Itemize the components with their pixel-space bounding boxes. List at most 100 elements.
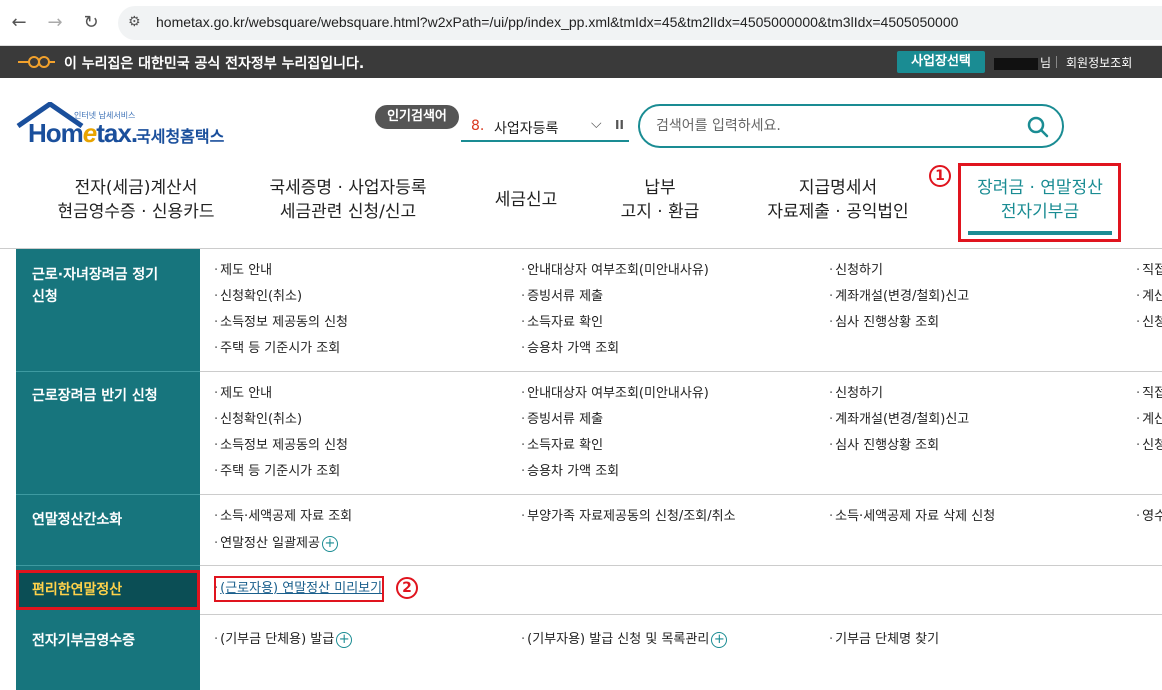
logo-part-b: e: [82, 118, 98, 148]
menu-item[interactable]: · 심사 진행상황 조회: [829, 437, 939, 455]
menu-item[interactable]: · 소득자료 확인: [521, 314, 603, 332]
menu-item[interactable]: · 신청: [1136, 437, 1162, 455]
logo-part-a: Hom: [28, 118, 84, 148]
gnb-line2: 현금영수증 · 신용카드: [57, 202, 215, 222]
address-bar[interactable]: ⚙ hometax.go.kr/websquare/websquare.html…: [118, 6, 1162, 40]
gnb-line2: 세금관련 신청/신고: [279, 202, 417, 222]
category-incentive-half[interactable]: 근로장려금 반기 신청: [16, 385, 200, 407]
menu-item[interactable]: · 영수: [1136, 508, 1162, 526]
divider: [200, 614, 1162, 615]
gov-banner-text: 이 누리집은 대한민국 공식 전자정부 누리집입니다.: [64, 56, 365, 72]
keyword-text[interactable]: 사업자등록: [494, 118, 558, 138]
menu-item[interactable]: · 승용차 가액 조회: [521, 340, 619, 358]
plus-circle-icon[interactable]: +: [336, 631, 353, 648]
logo-part-c: tax.: [96, 118, 138, 148]
menu-item[interactable]: · (기부자용) 발급 신청 및 목록관리 +: [521, 631, 728, 649]
menu-item[interactable]: · 안내대상자 여부조회(미안내사유): [521, 385, 709, 403]
user-name: 님: [994, 54, 1051, 71]
gnb-line2: 고지 · 환급: [620, 202, 700, 222]
marker-2: 2: [396, 577, 418, 599]
divider: [200, 494, 1162, 495]
divider: [1056, 56, 1057, 68]
masked-name: [994, 57, 1038, 70]
menu-item[interactable]: · 계좌개설(변경/철회)신고: [829, 411, 969, 429]
menu-item[interactable]: · 신청확인(취소): [214, 288, 302, 306]
category-label: 근로·자녀장려금 정기: [32, 267, 159, 283]
divider: [200, 371, 1162, 372]
menu-item[interactable]: · 소득·세액공제 자료 조회: [214, 508, 352, 526]
menu-item[interactable]: · 신청하기: [829, 262, 883, 280]
menu-item[interactable]: · 신청하기: [829, 385, 883, 403]
menu-item[interactable]: · 주택 등 기준시가 조회: [214, 340, 340, 358]
menu-item[interactable]: · 직접: [1136, 262, 1162, 280]
divider: [16, 371, 200, 372]
gnb-line1: 세금신고: [494, 190, 558, 210]
divider: [16, 494, 200, 495]
gnb-line1: 국세증명 · 사업자등록: [269, 178, 427, 198]
menu-item[interactable]: · 신청확인(취소): [214, 411, 302, 429]
user-suffix: 님: [1040, 56, 1052, 70]
highlight-box-2-item: [214, 576, 384, 602]
menu-item[interactable]: · 증빙서류 제출: [521, 288, 603, 306]
gnb-tax-return[interactable]: 세금신고: [484, 188, 568, 212]
keyword-rank: 8.: [471, 118, 485, 134]
back-icon[interactable]: ←: [8, 12, 30, 34]
gnb-certificates[interactable]: 국세증명 · 사업자등록 세금관련 신청/신고: [256, 176, 440, 224]
menu-item[interactable]: · 연말정산 일괄제공 +: [214, 535, 338, 553]
menu-item[interactable]: · 증빙서류 제출: [521, 411, 603, 429]
forward-icon[interactable]: →: [44, 12, 66, 34]
browser-toolbar: ← → ↻ ⚙ hometax.go.kr/websquare/websquar…: [0, 0, 1162, 46]
marker-1: 1: [929, 165, 951, 187]
gnb-payment[interactable]: 납부 고지 · 환급: [610, 176, 710, 224]
menu-item[interactable]: · 소득정보 제공동의 신청: [214, 314, 348, 332]
chevron-down-icon[interactable]: ⌵: [591, 116, 602, 132]
menu-item[interactable]: · 계산: [1136, 411, 1162, 429]
divider: [16, 565, 200, 566]
url-text: hometax.go.kr/websquare/websquare.html?w…: [156, 14, 959, 30]
logo-nts-text: 국세청홈택스: [136, 127, 225, 146]
menu-item[interactable]: · 소득정보 제공동의 신청: [214, 437, 348, 455]
logo-wordmark: Hometax.: [28, 118, 138, 149]
gnb-line1: 전자(세금)계산서: [74, 178, 198, 198]
popular-keyword-badge: 인기검색어: [375, 105, 459, 129]
menu-item[interactable]: · 제도 안내: [214, 262, 272, 280]
menu-item[interactable]: · 소득·세액공제 자료 삭제 신청: [829, 508, 995, 526]
category-yearend-simplified[interactable]: 연말정산간소화: [16, 509, 200, 531]
menu-item[interactable]: · 제도 안내: [214, 385, 272, 403]
plus-circle-icon[interactable]: +: [711, 631, 728, 648]
menu-item[interactable]: · 계좌개설(변경/철회)신고: [829, 288, 969, 306]
menu-item[interactable]: · 계산: [1136, 288, 1162, 306]
plus-circle-icon[interactable]: +: [321, 535, 338, 552]
category-label: 신청: [32, 289, 58, 305]
highlight-box-2-category: [16, 570, 200, 610]
category-incentive-regular[interactable]: 근로·자녀장려금 정기 신청: [16, 264, 200, 308]
menu-category-column: [16, 249, 200, 690]
pause-icon[interactable]: II: [615, 118, 624, 132]
menu-item[interactable]: · 심사 진행상황 조회: [829, 314, 939, 332]
popular-keyword-ticker[interactable]: 8. 사업자등록 ⌵ II: [461, 112, 629, 142]
gnb-e-invoice[interactable]: 전자(세금)계산서 현금영수증 · 신용카드: [50, 176, 222, 224]
site-settings-icon[interactable]: ⚙: [128, 14, 141, 30]
biz-select-button[interactable]: 사업장선택: [897, 51, 985, 73]
gov-banner: 이 누리집은 대한민국 공식 전자정부 누리집입니다. 사업장선택 님 회원정보…: [0, 46, 1162, 78]
search-icon[interactable]: [1026, 115, 1050, 139]
gnb-line2: 자료제출 · 공익법인: [767, 202, 909, 222]
category-donation-receipt[interactable]: 전자기부금영수증: [16, 630, 200, 652]
search-box: [638, 104, 1064, 148]
search-input[interactable]: [656, 116, 1016, 136]
gnb-line1: 납부: [644, 178, 676, 198]
menu-item[interactable]: · (기부금 단체용) 발급 +: [214, 631, 353, 649]
menu-item[interactable]: · 승용차 가액 조회: [521, 463, 619, 481]
menu-item[interactable]: · 부양가족 자료제공동의 신청/조회/취소: [521, 508, 736, 526]
menu-item[interactable]: · 신청: [1136, 314, 1162, 332]
menu-item[interactable]: · 주택 등 기준시가 조회: [214, 463, 340, 481]
member-info-link[interactable]: 회원정보조회: [1066, 54, 1132, 71]
menu-item[interactable]: · 안내대상자 여부조회(미안내사유): [521, 262, 709, 280]
gnb-line1: 지급명세서: [798, 178, 878, 198]
menu-item[interactable]: · 기부금 단체명 찾기: [829, 631, 939, 649]
hometax-logo[interactable]: 인터넷 납세서비스 Hometax. 국세청홈택스: [16, 102, 236, 154]
menu-item[interactable]: · 직접: [1136, 385, 1162, 403]
reload-icon[interactable]: ↻: [80, 12, 102, 34]
menu-item[interactable]: · 소득자료 확인: [521, 437, 603, 455]
gnb-statements[interactable]: 지급명세서 자료제출 · 공익법인: [752, 176, 924, 224]
